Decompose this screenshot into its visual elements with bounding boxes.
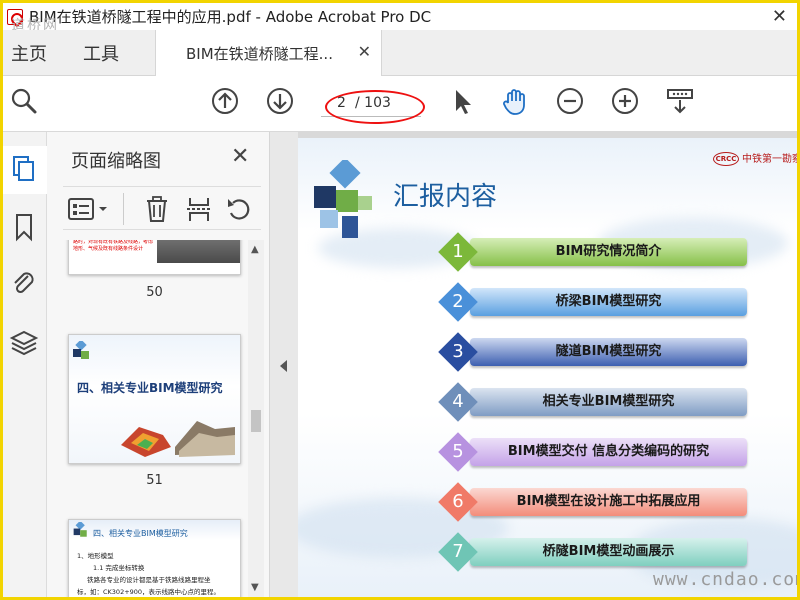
left-navigation-rail [3, 132, 47, 597]
thumbnail-page-number: 51 [146, 473, 163, 488]
agenda-item-label: BIM研究情况简介 [555, 244, 662, 259]
hand-icon[interactable] [500, 86, 530, 116]
red-highlight-ellipse [325, 90, 425, 124]
slide-page: 汇报内容 CRCC 中铁第一勘察 1 BIM研究情况简介 2 桥梁BIM模型研究 3 隧道B… [298, 138, 797, 597]
zoom-out-icon[interactable] [555, 86, 585, 116]
page-up-icon[interactable] [210, 86, 240, 116]
delete-trash-icon[interactable] [143, 195, 171, 223]
layers-icon[interactable] [9, 328, 39, 358]
document-tab[interactable]: BIM在铁道桥隧工程... ✕ [155, 30, 382, 76]
agenda-item: 5 BIM模型交付 信息分类编码的研究 [438, 432, 748, 474]
window-close-button[interactable]: ✕ [772, 6, 787, 27]
attachments-icon[interactable] [9, 268, 39, 298]
agenda-item-label: 桥梁BIM模型研究 [555, 294, 662, 309]
agenda-item: 2 桥梁BIM模型研究 [438, 282, 748, 324]
thumbnail-list[interactable]: 路时，对现有既有铁路及线路，考虑地形、气候及既有线路条件设计 50 四、相关专业… [63, 240, 261, 597]
panel-close-button[interactable]: ✕ [231, 144, 249, 169]
scroll-up-arrow-icon[interactable]: ▲ [251, 244, 259, 255]
page-thumbnails-panel: 页面缩略图 ✕ 路时，对现有既有铁路及线路，考虑地形、气候及既有线路条件设计 5… [47, 132, 270, 597]
agenda-item-label: 相关专业BIM模型研究 [542, 394, 675, 409]
thumbnail-page-51[interactable]: 四、相关专业BIM模型研究 [68, 334, 241, 464]
agenda-item-label: 桥隧BIM模型动画展示 [542, 544, 675, 559]
thumbnail-51-title: 四、相关专业BIM模型研究 [77, 381, 223, 395]
agenda-item-label: 隧道BIM模型研究 [555, 344, 662, 359]
page-thumbnails-icon[interactable] [9, 154, 39, 184]
thumbnail-scrollbar[interactable]: ▲ ▼ [248, 240, 264, 597]
slide-logo-icon [73, 341, 89, 359]
bookmarks-icon[interactable] [9, 212, 39, 242]
agenda-item: 3 隧道BIM模型研究 [438, 332, 748, 374]
menu-tools[interactable]: 工具 [83, 40, 119, 66]
agenda-item: 7 桥隧BIM模型动画展示 [438, 532, 748, 574]
company-name: 中铁第一勘察 [742, 154, 797, 165]
panel-splitter[interactable] [270, 132, 298, 597]
app-window: BIM在铁道桥隧工程中的应用.pdf - Adobe Acrobat Pro D… [3, 3, 797, 597]
watermark-bottom: www.cndao.com [653, 569, 797, 590]
agenda-item-label: BIM模型交付 信息分类编码的研究 [507, 444, 710, 459]
agenda-item: 6 BIM模型在设计施工中拓展应用 [438, 482, 748, 524]
thumbnail-52-body: 1、地形模型 1.1 完成坐标转换 铁路各专业的设计都是基于铁路线路里程坐 标，… [77, 552, 221, 596]
scroll-down-arrow-icon[interactable]: ▼ [251, 582, 259, 593]
search-icon[interactable] [9, 86, 39, 116]
thumbnail-50-image [157, 240, 240, 263]
title-bar: BIM在铁道桥隧工程中的应用.pdf - Adobe Acrobat Pro D… [3, 3, 797, 30]
agenda-item: 4 相关专业BIM模型研究 [438, 382, 748, 424]
thumbnail-50-text: 路时，对现有既有铁路及线路，考虑地形、气候及既有线路条件设计 [73, 240, 154, 252]
toolbar: 2 / 103 [3, 76, 797, 132]
document-view[interactable]: 汇报内容 CRCC 中铁第一勘察 1 BIM研究情况简介 2 桥梁BIM模型研究 3 隧道B… [298, 132, 797, 597]
panel-toolbar [63, 186, 261, 230]
slide-title: 汇报内容 [393, 182, 498, 212]
document-tab-label: BIM在铁道桥隧工程... [186, 44, 333, 63]
collapse-panel-arrow-icon[interactable] [280, 360, 287, 372]
slide-logo-icon [73, 522, 87, 537]
crcc-logo-icon: CRCC [713, 152, 739, 166]
slide-logo-icon [314, 160, 372, 238]
window-title: BIM在铁道桥隧工程中的应用.pdf - Adobe Acrobat Pro D… [29, 8, 432, 26]
panel-toolbar-separator [123, 193, 124, 225]
thumbnail-51-terrain-image [121, 421, 235, 457]
agenda-item-label: BIM模型在设计施工中拓展应用 [516, 494, 701, 509]
menu-home[interactable]: 主页 [11, 40, 47, 66]
tab-close-button[interactable]: ✕ [358, 42, 371, 61]
page-down-icon[interactable] [265, 86, 295, 116]
scrollbar-thumb[interactable] [251, 410, 261, 432]
thumbnail-page-52[interactable]: 四、相关专业BIM模型研究 1、地形模型 1.1 完成坐标转换 铁路各专业的设计… [68, 519, 241, 597]
thumbnail-page-number: 50 [146, 285, 163, 300]
company-logo: CRCC 中铁第一勘察 [713, 150, 797, 166]
agenda-item: 1 BIM研究情况简介 [438, 232, 748, 274]
tab-bar: 主页 工具 BIM在铁道桥隧工程... ✕ [3, 30, 797, 76]
rotate-page-icon[interactable] [225, 195, 253, 223]
thumbnail-page-50[interactable]: 路时，对现有既有铁路及线路，考虑地形、气候及既有线路条件设计 [68, 240, 241, 275]
zoom-in-icon[interactable] [610, 86, 640, 116]
thumbnail-options-icon[interactable] [67, 195, 111, 223]
panel-title: 页面缩略图 [71, 151, 161, 172]
thumbnail-52-heading: 四、相关专业BIM模型研究 [93, 529, 188, 538]
split-page-icon[interactable] [185, 195, 213, 223]
select-pointer-icon[interactable] [447, 86, 477, 116]
read-mode-icon[interactable] [665, 86, 695, 116]
